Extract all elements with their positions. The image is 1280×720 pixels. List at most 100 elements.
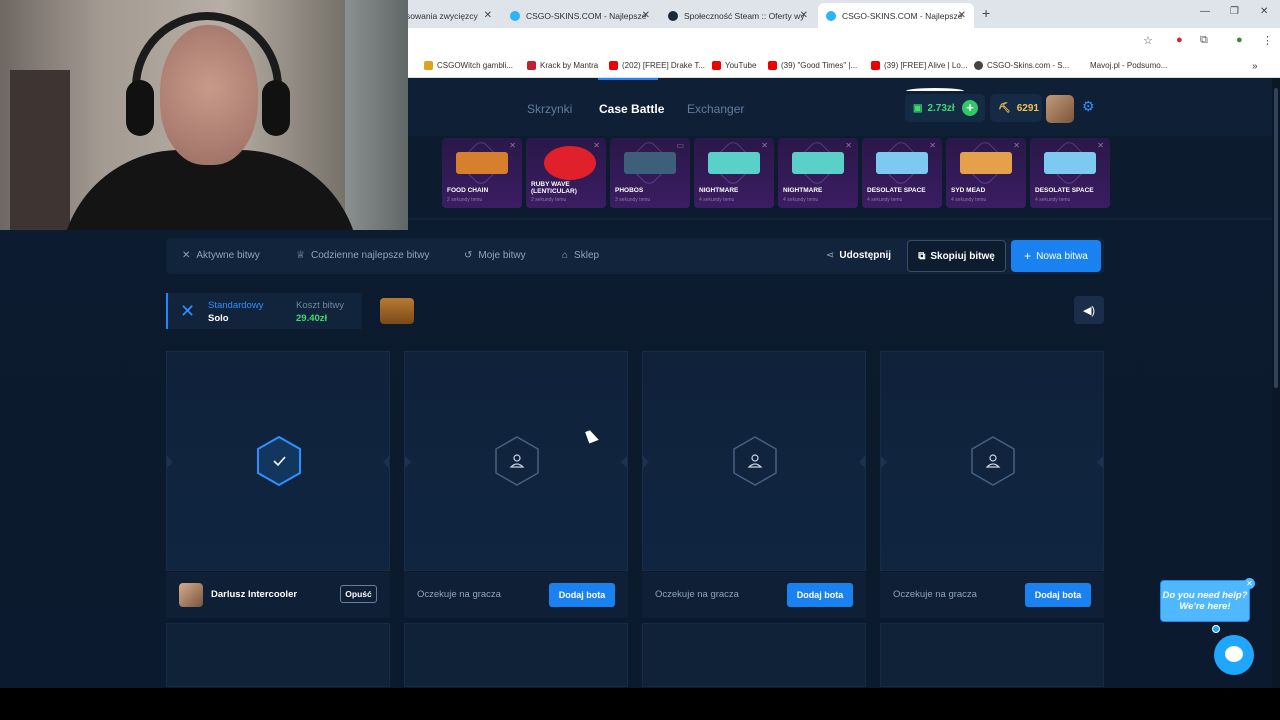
close-window-icon[interactable]: ✕ <box>1260 6 1268 17</box>
player-slot <box>642 351 866 571</box>
close-icon[interactable]: ✕ <box>800 10 808 21</box>
bookmark-label: (202) [FREE] Drake T... <box>622 61 705 70</box>
bookmark-label: CSGO-Skins.com - S... <box>987 61 1070 70</box>
tab-label: CSGO-SKINS.COM - Najlepsze <box>526 10 647 21</box>
crossed-swords-icon: ✕ <box>180 301 196 321</box>
arrow-right-icon <box>1097 456 1103 468</box>
drop-card[interactable]: ✕ FOOD CHAIN 2 sekundy temu <box>442 138 522 208</box>
steam-favicon-icon <box>668 10 678 21</box>
tab-label: sowania zwycięzcy <box>406 10 478 21</box>
share-button[interactable]: ⋖ Udostępnij <box>826 250 891 261</box>
bookmark[interactable]: (39) [FREE] Alive | Lo... <box>871 61 967 70</box>
bookmark[interactable]: YouTube <box>712 61 756 70</box>
chat-button[interactable] <box>1214 635 1254 675</box>
close-icon: ✕ <box>929 141 936 150</box>
balance-value: 2.73zł <box>927 102 955 114</box>
drop-card[interactable]: ✕ NIGHTMARE 4 sekundy temu <box>778 138 858 208</box>
waiting-footer: Oczekuje na gracza Dodaj bota <box>642 572 866 618</box>
close-icon[interactable]: ✕ <box>1244 578 1255 589</box>
weapon-image <box>456 152 508 174</box>
opera-extension-icon[interactable]: ● <box>1176 34 1183 46</box>
close-icon[interactable]: ✕ <box>484 10 492 21</box>
coins-display[interactable]: ⛏ 6291 <box>990 94 1042 122</box>
screen: sowania zwycięzcy ✕ CSGO-SKINS.COM - Naj… <box>0 0 1280 720</box>
copy-battle-button[interactable]: ⧉ Skopiuj bitwę <box>907 240 1006 272</box>
help-popup[interactable]: Do you need help? We're here! <box>1160 580 1250 622</box>
drop-time: 4 sekundy temu <box>951 197 987 203</box>
nav-case-battle[interactable]: Case Battle <box>599 102 664 116</box>
weapon-image <box>708 152 760 174</box>
active-indicator <box>598 78 658 80</box>
arrow-left-icon <box>167 456 173 468</box>
active-battles-link[interactable]: ✕ Aktywne bitwy <box>182 250 260 261</box>
profile-icon[interactable]: ● <box>1236 34 1243 46</box>
browser-tab[interactable]: Społeczność Steam :: Oferty wy ✕ <box>660 3 816 28</box>
leave-button[interactable]: Opuść <box>340 585 377 603</box>
background-door <box>10 70 70 230</box>
minimize-icon[interactable]: — <box>1200 6 1210 17</box>
browser-tab[interactable]: sowania zwycięzcy ✕ <box>398 3 500 28</box>
bookmark[interactable]: (39) "Good Times" |... <box>768 61 857 70</box>
close-icon[interactable]: ✕ <box>958 10 966 21</box>
empty-user-icon <box>971 436 1015 486</box>
drop-card[interactable]: ✕ DESOLATE SPACE 4 sekundy temu <box>1030 138 1110 208</box>
round-panel <box>166 623 390 687</box>
arrow-right-icon <box>621 456 627 468</box>
add-bot-button[interactable]: Dodaj bota <box>1025 583 1091 607</box>
player-slot <box>404 351 628 571</box>
bookmark-favicon-icon <box>424 61 433 70</box>
my-battles-link[interactable]: ↺ Moje bitwy <box>464 250 526 261</box>
bookmark[interactable]: CSGO-Skins.com - S... <box>974 61 1069 70</box>
drop-card[interactable]: ✕ RUBY WAVE (LENTICULAR) 2 sekundy temu <box>526 138 606 208</box>
new-battle-button[interactable]: + Nowa bitwa <box>1011 240 1101 272</box>
close-icon[interactable]: ✕ <box>642 10 650 21</box>
close-icon: ✕ <box>1013 141 1020 150</box>
bookmark[interactable]: CSGOWitch gambli... <box>424 61 513 70</box>
waiting-label: Oczekuje na gracza <box>893 589 977 600</box>
sound-toggle[interactable]: ◀) <box>1074 296 1104 324</box>
deposit-button[interactable]: + <box>962 100 978 116</box>
youtube-icon <box>609 61 618 70</box>
link-label: Sklep <box>574 250 600 261</box>
wallet-icon: ▣ <box>913 102 923 114</box>
restore-icon[interactable]: ❐ <box>1230 6 1239 17</box>
new-tab-icon[interactable]: + <box>982 5 990 21</box>
background-curtain <box>345 0 408 230</box>
drop-card[interactable]: ▭ PHOBOS 3 sekundy temu <box>610 138 690 208</box>
star-icon[interactable]: ☆ <box>1143 34 1153 47</box>
tab-label: Społeczność Steam :: Oferty wy <box>684 10 805 21</box>
user-avatar[interactable] <box>1046 95 1074 123</box>
case-image[interactable] <box>380 298 414 324</box>
drop-card[interactable]: ✕ NIGHTMARE 4 sekundy temu <box>694 138 774 208</box>
more-bookmarks-icon[interactable]: » <box>1252 61 1258 72</box>
nav-exchanger[interactable]: Exchanger <box>687 102 744 116</box>
daily-battles-link[interactable]: ♕ Codzienne najlepsze bitwy <box>296 250 429 261</box>
add-bot-button[interactable]: Dodaj bota <box>787 583 853 607</box>
round-panel <box>404 623 628 687</box>
bookmark[interactable]: Mavoj.pl - Podsumo... <box>1090 61 1167 70</box>
close-icon: ✕ <box>509 141 516 150</box>
bookmark-favicon-icon <box>527 61 536 70</box>
extensions-icon[interactable]: ⧉ <box>1200 34 1208 47</box>
bookmark[interactable]: (202) [FREE] Drake T... <box>609 61 705 70</box>
empty-user-icon <box>495 436 539 486</box>
swords-icon: ✕ <box>182 250 191 261</box>
scrollbar[interactable] <box>1272 78 1280 688</box>
browser-tab[interactable]: CSGO-SKINS.COM - Najlepsze ✕ <box>502 3 658 28</box>
drop-card[interactable]: ✕ DESOLATE SPACE 4 sekundy temu <box>862 138 942 208</box>
browser-tab-active[interactable]: CSGO-SKINS.COM - Najlepsze ✕ <box>818 3 974 28</box>
drop-time: 4 sekundy temu <box>867 197 903 203</box>
gear-icon[interactable]: ⚙ <box>1082 98 1095 115</box>
scrollbar-thumb[interactable] <box>1274 88 1278 388</box>
bookmark[interactable]: Krack by Mantra <box>527 61 598 70</box>
nav-cases[interactable]: Skrzynki <box>527 102 572 116</box>
shop-link[interactable]: ⌂ Sklep <box>562 250 599 261</box>
menu-icon[interactable]: ⋮ <box>1262 34 1273 47</box>
speaker-icon: ◀) <box>1082 304 1096 317</box>
cost-label: Koszt bitwy <box>296 300 345 311</box>
add-bot-button[interactable]: Dodaj bota <box>549 583 615 607</box>
drop-time: 4 sekundy temu <box>699 197 735 203</box>
divider <box>408 218 1280 220</box>
battle-mode: Standardowy <box>208 300 264 311</box>
drop-card[interactable]: ✕ SYD MEAD 4 sekundy temu <box>946 138 1026 208</box>
